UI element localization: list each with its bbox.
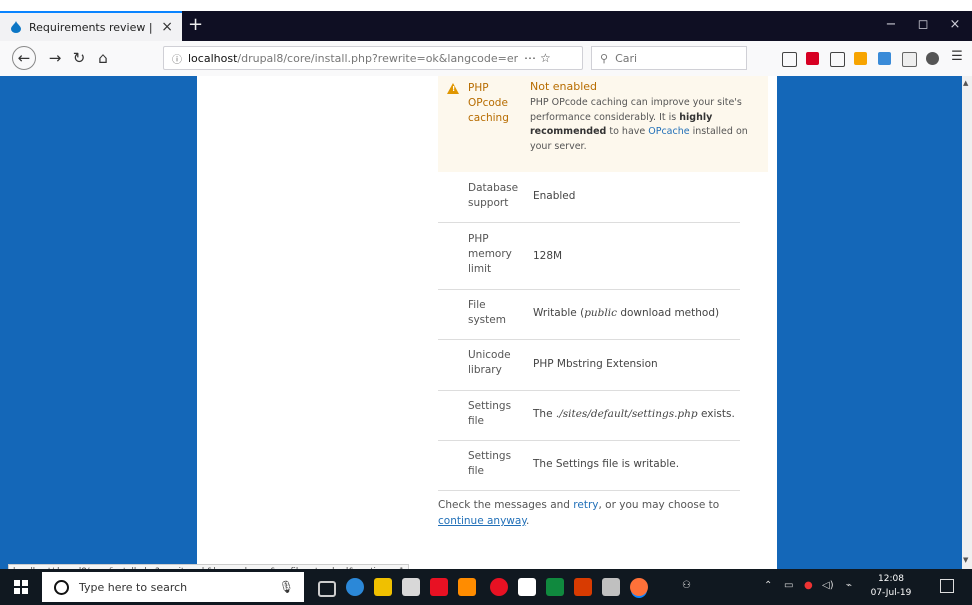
app-icon[interactable]: [458, 578, 476, 596]
volume-icon[interactable]: ◁): [822, 580, 834, 591]
new-tab-button[interactable]: +: [188, 15, 203, 35]
requirement-label: Settings file: [468, 400, 512, 427]
file-explorer-icon[interactable]: [374, 578, 392, 596]
requirement-label: Database support: [468, 182, 519, 209]
requirement-row: PHP memory limit 128M: [438, 222, 740, 290]
requirement-value: 128M: [533, 250, 563, 262]
reload-icon[interactable]: ↻: [68, 49, 90, 67]
drupal-drop-icon: [11, 21, 21, 33]
page-viewport: ! PHP OPcode caching Not enabled PHP OPc…: [0, 76, 972, 580]
tab-close-icon[interactable]: ×: [161, 19, 173, 35]
extension-icon[interactable]: [878, 52, 891, 65]
requirement-label: PHP memory limit: [468, 233, 512, 275]
tab-bar: Requirements review | × + − ◻ ×: [0, 11, 972, 41]
app-icon[interactable]: [574, 578, 592, 596]
network-icon[interactable]: ⌁: [846, 580, 852, 591]
warning-icon: !: [447, 83, 459, 94]
app-icon[interactable]: [490, 578, 508, 596]
clock-date: 07-Jul-19: [870, 588, 912, 598]
tab-title: Requirements review |: [29, 20, 153, 34]
continue-anyway-link[interactable]: continue anyway: [438, 515, 526, 527]
windows-taskbar: Type here to search 🎙 ⚇ ⌃ ▭ ● ◁) ⌁ 12:08…: [0, 569, 972, 605]
account-icon[interactable]: [926, 52, 939, 65]
library-icon[interactable]: [782, 52, 797, 67]
address-bar[interactable]: ⓘ localhost/drupal8/core/install.php?rew…: [163, 46, 583, 70]
tray-app-icon[interactable]: ●: [804, 580, 813, 591]
store-icon[interactable]: [402, 578, 420, 596]
requirement-row: File system Writable (public download me…: [438, 289, 740, 340]
edge-browser-icon[interactable]: [346, 578, 364, 596]
firefox-icon[interactable]: [630, 578, 648, 596]
menu-icon[interactable]: ☰: [946, 49, 968, 64]
url-path: /drupal8/core/install.php?rewrite=ok&lan…: [237, 51, 518, 65]
system-clock[interactable]: 12:08 07-Jul-19: [870, 572, 912, 600]
app-icon[interactable]: [430, 578, 448, 596]
search-input[interactable]: [613, 50, 738, 66]
requirement-row-warning: ! PHP OPcode caching Not enabled PHP OPc…: [438, 76, 768, 172]
requirement-status: Not enabled: [530, 80, 598, 93]
people-icon[interactable]: ⚇: [682, 580, 691, 591]
requirement-value: Writable (public download method): [533, 307, 720, 319]
notification-center-icon[interactable]: [940, 579, 954, 593]
cortana-icon: [54, 579, 69, 595]
back-arrow-icon[interactable]: ←: [12, 46, 36, 70]
search-box[interactable]: ⚲: [591, 46, 747, 70]
requirement-value: The ./sites/default/settings.php exists.: [533, 408, 735, 420]
window-close-button[interactable]: ×: [940, 17, 970, 32]
page-actions-icon[interactable]: ⋯☆: [524, 51, 555, 65]
requirement-row: Settings file The Settings file is writa…: [438, 440, 740, 491]
extension-icon[interactable]: [854, 52, 867, 65]
task-view-icon[interactable]: [318, 581, 336, 597]
requirement-label: PHP OPcode caching: [468, 82, 509, 124]
mail-icon[interactable]: [518, 578, 536, 596]
requirement-label: Settings file: [468, 450, 512, 477]
requirement-label: File system: [468, 299, 506, 326]
url-text[interactable]: localhost/drupal8/core/install.php?rewri…: [188, 52, 518, 65]
window-minimize-button[interactable]: −: [876, 17, 906, 32]
site-info-icon[interactable]: ⓘ: [172, 51, 182, 66]
battery-icon[interactable]: ▭: [784, 580, 793, 591]
home-icon[interactable]: ⌂: [92, 49, 114, 67]
requirement-value: The Settings file is writable.: [533, 458, 680, 470]
navigation-toolbar: ← → ↻ ⌂ ⓘ localhost/drupal8/core/install…: [0, 41, 972, 77]
url-host: localhost: [188, 51, 238, 65]
forward-arrow-icon[interactable]: →: [44, 49, 66, 67]
clock-time: 12:08: [878, 574, 904, 584]
requirement-label: Unicode library: [468, 349, 511, 376]
requirement-row: Settings file The ./sites/default/settin…: [438, 390, 740, 441]
windows-start-icon[interactable]: [14, 580, 28, 594]
requirements-footer-message: Check the messages and retry, or you may…: [438, 499, 720, 527]
window-maximize-button[interactable]: ◻: [908, 17, 938, 32]
screen-top-strip: [0, 0, 972, 11]
app-icon[interactable]: [546, 578, 564, 596]
taskbar-search-placeholder: Type here to search: [79, 580, 188, 594]
requirement-description: PHP OPcode caching can improve your site…: [530, 97, 748, 152]
scroll-down-icon[interactable]: ▼: [963, 556, 968, 564]
microphone-icon[interactable]: 🎙: [279, 580, 294, 594]
retry-link[interactable]: retry: [573, 499, 598, 511]
show-hidden-icons-icon[interactable]: ⌃: [764, 580, 772, 591]
tab-requirements-review[interactable]: Requirements review | ×: [0, 11, 182, 41]
page-scrollbar[interactable]: ▲ ▼: [962, 76, 972, 569]
scroll-up-icon[interactable]: ▲: [963, 79, 968, 87]
requirement-row: Database support Enabled: [438, 172, 740, 223]
app-icon[interactable]: [602, 578, 620, 596]
opcache-link[interactable]: OPcache: [648, 126, 689, 137]
requirement-value: Enabled: [533, 190, 576, 202]
pocket-icon[interactable]: [806, 52, 819, 65]
reader-icon[interactable]: [902, 52, 917, 67]
taskbar-search-box[interactable]: Type here to search 🎙: [42, 572, 304, 602]
requirement-row: Unicode library PHP Mbstring Extension: [438, 339, 740, 391]
sidebar-icon[interactable]: [830, 52, 845, 67]
requirement-value: PHP Mbstring Extension: [533, 358, 658, 370]
search-icon: ⚲: [600, 51, 609, 65]
